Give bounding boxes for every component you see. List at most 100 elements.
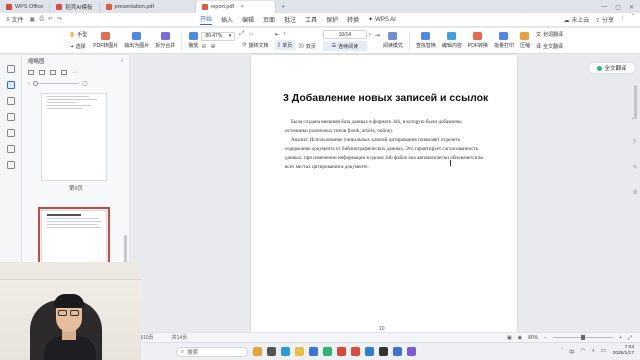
double-page-button[interactable]: ▯▯ 双页 xyxy=(295,41,319,51)
next-page-icon[interactable]: › xyxy=(369,32,371,39)
delete-page-icon[interactable] xyxy=(50,70,56,75)
ime-indicator[interactable]: 中 xyxy=(569,348,575,356)
more-icon[interactable]: ⋮ xyxy=(620,15,626,24)
zoom-out-icon[interactable]: ⊖ xyxy=(201,43,206,50)
grid-view-icon[interactable] xyxy=(28,70,34,75)
scrollbar-thumb[interactable] xyxy=(634,85,637,119)
battery-icon[interactable]: ▭ xyxy=(601,348,606,356)
collapse-panel-icon[interactable]: ‹ xyxy=(121,58,123,64)
collapse-ribbon-icon[interactable]: ˆ xyxy=(632,15,634,24)
pdf-to-pic-button[interactable]: PDF转图片 xyxy=(90,29,121,53)
attachment-panel-icon[interactable] xyxy=(6,129,15,137)
volume-icon[interactable]: ◖ xyxy=(591,348,594,356)
outline-panel-icon[interactable] xyxy=(6,97,15,105)
tab-template[interactable]: 稻壳AI模板 xyxy=(50,1,100,13)
tray-chevron-icon[interactable]: ˆ xyxy=(561,348,563,356)
more-options-icon[interactable]: ⋯ xyxy=(72,69,78,76)
games-app-icon[interactable] xyxy=(253,347,262,356)
thumbnail-panel-icon[interactable] xyxy=(6,81,15,89)
tab-wps-office[interactable]: WPS Office xyxy=(0,1,51,13)
page-input[interactable]: 10/14 xyxy=(322,30,367,39)
minimize-icon[interactable]: — xyxy=(601,4,607,10)
maximize-icon[interactable]: ▢ xyxy=(615,4,621,11)
tab-report-pdf[interactable]: report.pdf ✕ xyxy=(195,1,276,13)
close-tab-icon[interactable]: ✕ xyxy=(240,4,244,10)
redo-icon[interactable]: ↷ xyxy=(57,16,62,23)
select-tool-button[interactable]: ⌖ 选择 xyxy=(66,42,90,52)
store-app-icon[interactable] xyxy=(309,347,318,356)
zoom-in-icon[interactable]: ⊕ xyxy=(210,43,215,50)
word-translate-button[interactable]: 文划词翻译 xyxy=(533,30,566,40)
zoom-slider-knob[interactable] xyxy=(581,335,586,340)
split-merge-button[interactable]: 拆分合并 xyxy=(152,29,178,53)
edit-content-button[interactable]: 编辑内容 xyxy=(439,29,465,53)
taskbar-search[interactable]: ⌕ 搜索 xyxy=(176,347,248,357)
wps-app-icon[interactable] xyxy=(351,347,360,356)
read-mode-button[interactable]: 阅读模式 xyxy=(380,29,406,53)
continuous-read-button[interactable]: ☰ 连续阅读 xyxy=(322,41,367,51)
batch-print-button[interactable]: 批量打印 xyxy=(491,29,517,53)
hand-tool-button[interactable]: ✋ 手型 xyxy=(66,30,90,40)
first-page-icon[interactable]: ⇤ xyxy=(275,31,280,38)
taskbar-clock[interactable]: 7:03 2026/1/17 xyxy=(613,345,634,357)
file-menu[interactable]: ≡ 文件 xyxy=(0,15,30,25)
double-label: 双页 xyxy=(305,43,316,50)
save-icon[interactable]: ▣ xyxy=(30,16,36,23)
document-scrollbar[interactable] xyxy=(634,55,638,332)
find-replace-button[interactable]: 查找替换 xyxy=(413,29,439,53)
share-button[interactable]: ⇪ 分享 xyxy=(595,15,614,24)
menu-tab-comment[interactable]: 批注 xyxy=(284,15,296,24)
menu-tab-insert[interactable]: 插入 xyxy=(221,15,233,24)
cloud-status[interactable]: ☁ 未上云 xyxy=(564,15,590,24)
file-explorer-icon[interactable] xyxy=(295,347,304,356)
zoom-out-icon[interactable]: − xyxy=(544,335,547,341)
undo-icon[interactable]: ↶ xyxy=(48,16,53,23)
full-translate-button[interactable]: 译全文翻译 xyxy=(533,42,566,52)
wifi-icon[interactable]: ◠ xyxy=(581,348,586,356)
rotate-button[interactable]: ⟳ 旋转文档 xyxy=(239,40,271,50)
zoom-in-icon[interactable]: + xyxy=(619,335,622,341)
chrome-app-icon[interactable] xyxy=(337,347,346,356)
slider-knob[interactable] xyxy=(33,81,39,86)
rotate-page-icon[interactable] xyxy=(61,70,67,75)
search-panel-icon[interactable] xyxy=(6,113,15,121)
task-view-icon[interactable] xyxy=(267,347,276,356)
mail-app-icon[interactable] xyxy=(393,347,402,356)
wps-ai-button[interactable]: ✦ WPS AI xyxy=(368,16,396,24)
menu-tab-convert[interactable]: 转换 xyxy=(347,15,359,24)
vscode-app-icon[interactable] xyxy=(365,347,374,356)
edge-browser-icon[interactable] xyxy=(281,347,290,356)
view-mode-icon[interactable]: ▣ xyxy=(507,335,512,341)
eye-icon[interactable]: ◉ xyxy=(518,335,522,341)
bookmark-panel-icon[interactable] xyxy=(6,65,15,73)
page-thumbnail-9[interactable] xyxy=(41,93,107,181)
print-icon[interactable]: ⎙ xyxy=(39,16,44,23)
menu-tab-edit[interactable]: 编辑 xyxy=(242,15,254,24)
new-tab-button[interactable]: + xyxy=(276,1,291,13)
prev-page-icon[interactable]: ‹ xyxy=(284,31,286,38)
play-button[interactable]: 播放 xyxy=(185,29,201,53)
thumbnail-size-slider[interactable]: ▫ ▢ xyxy=(22,78,129,89)
pdf-convert-button[interactable]: PDF转换 xyxy=(465,29,491,53)
fullscreen-icon[interactable]: ⤢ xyxy=(628,335,632,341)
terminal-app-icon[interactable] xyxy=(379,347,388,356)
close-window-icon[interactable]: ✕ xyxy=(629,4,634,11)
menu-tab-protect[interactable]: 保护 xyxy=(326,15,338,24)
photos-app-icon[interactable] xyxy=(407,347,416,356)
fit-width-icon[interactable]: ↔ xyxy=(248,31,254,38)
single-page-button[interactable]: ▯ 单页 xyxy=(274,40,296,50)
comment-panel-icon[interactable] xyxy=(6,145,15,153)
wechat-app-icon[interactable] xyxy=(323,347,332,356)
menu-tab-tools[interactable]: 工具 xyxy=(305,15,317,24)
insert-page-icon[interactable] xyxy=(39,70,45,75)
compress-button[interactable]: 压缩 xyxy=(517,29,533,53)
signature-panel-icon[interactable] xyxy=(6,161,15,169)
menu-tab-start[interactable]: 开始 xyxy=(200,14,213,25)
export-pic-button[interactable]: 输出为图片 xyxy=(121,29,152,53)
fit-page-icon[interactable]: ⤢ xyxy=(239,31,244,38)
full-translate-floating-button[interactable]: 全文翻译 xyxy=(588,62,636,74)
zoom-slider[interactable] xyxy=(553,335,614,340)
menu-tab-page[interactable]: 页面 xyxy=(263,15,275,24)
tab-presentation-pdf[interactable]: presentation.pdf xyxy=(100,1,196,13)
zoom-select[interactable]: 80.47% ▾ xyxy=(201,31,236,41)
